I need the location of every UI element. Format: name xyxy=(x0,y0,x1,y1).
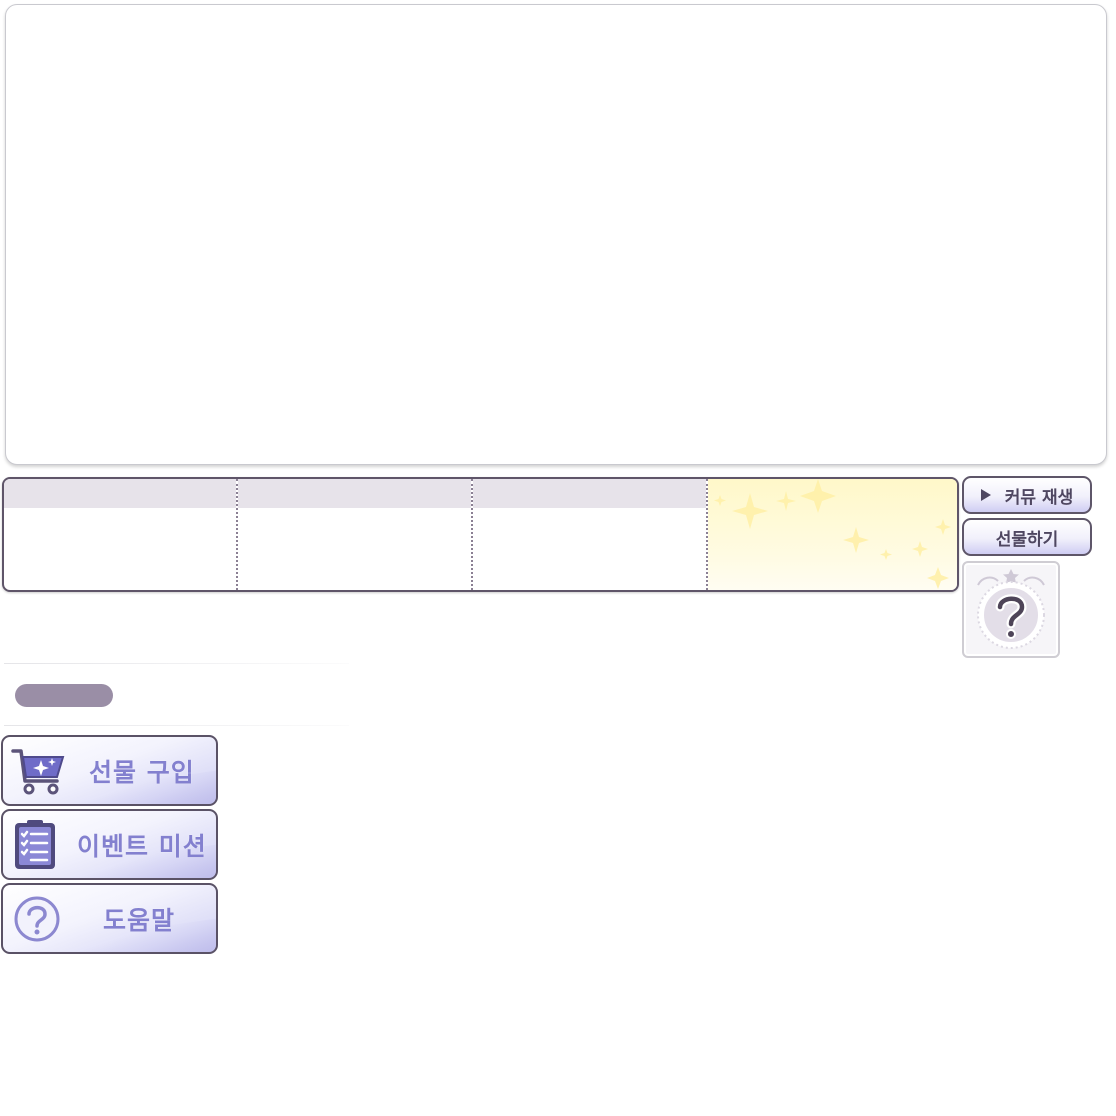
divider xyxy=(4,725,349,726)
sparkle-decoration xyxy=(714,479,951,589)
unknown-item-card[interactable] xyxy=(962,561,1060,658)
help-label: 도움말 xyxy=(103,905,176,935)
help-circle-icon xyxy=(14,896,60,942)
help-button[interactable]: 도움말 xyxy=(1,883,218,954)
gift-slot[interactable] xyxy=(4,479,238,590)
buy-gift-button[interactable]: 선물 구입 xyxy=(1,735,218,806)
status-pill xyxy=(15,684,113,707)
slot-header xyxy=(473,479,706,508)
checklist-icon xyxy=(15,820,55,869)
give-gift-button[interactable]: 선물하기 xyxy=(962,518,1092,556)
slot-header xyxy=(238,479,471,508)
slot-header xyxy=(4,479,236,508)
buy-gift-label: 선물 구입 xyxy=(89,757,195,787)
question-mark-icon xyxy=(977,569,1045,649)
gift-slot[interactable] xyxy=(473,479,708,590)
dialog-panel xyxy=(5,4,1107,465)
shopping-cart-icon xyxy=(11,749,65,795)
screen: 커뮤 재생 선물하기 선물 구입 이벤트 미션 도움말 xyxy=(0,0,1116,1116)
gift-slot[interactable] xyxy=(238,479,473,590)
event-mission-label: 이벤트 미션 xyxy=(77,831,207,861)
event-mission-button[interactable]: 이벤트 미션 xyxy=(1,809,218,880)
replay-commu-button[interactable]: 커뮤 재생 xyxy=(962,476,1092,514)
divider xyxy=(4,663,349,664)
play-icon xyxy=(980,489,991,501)
give-gift-label: 선물하기 xyxy=(995,529,1059,550)
replay-commu-label: 커뮤 재생 xyxy=(1004,487,1074,508)
gift-slot-strip xyxy=(2,477,959,592)
gift-slot-highlighted[interactable] xyxy=(708,479,957,590)
